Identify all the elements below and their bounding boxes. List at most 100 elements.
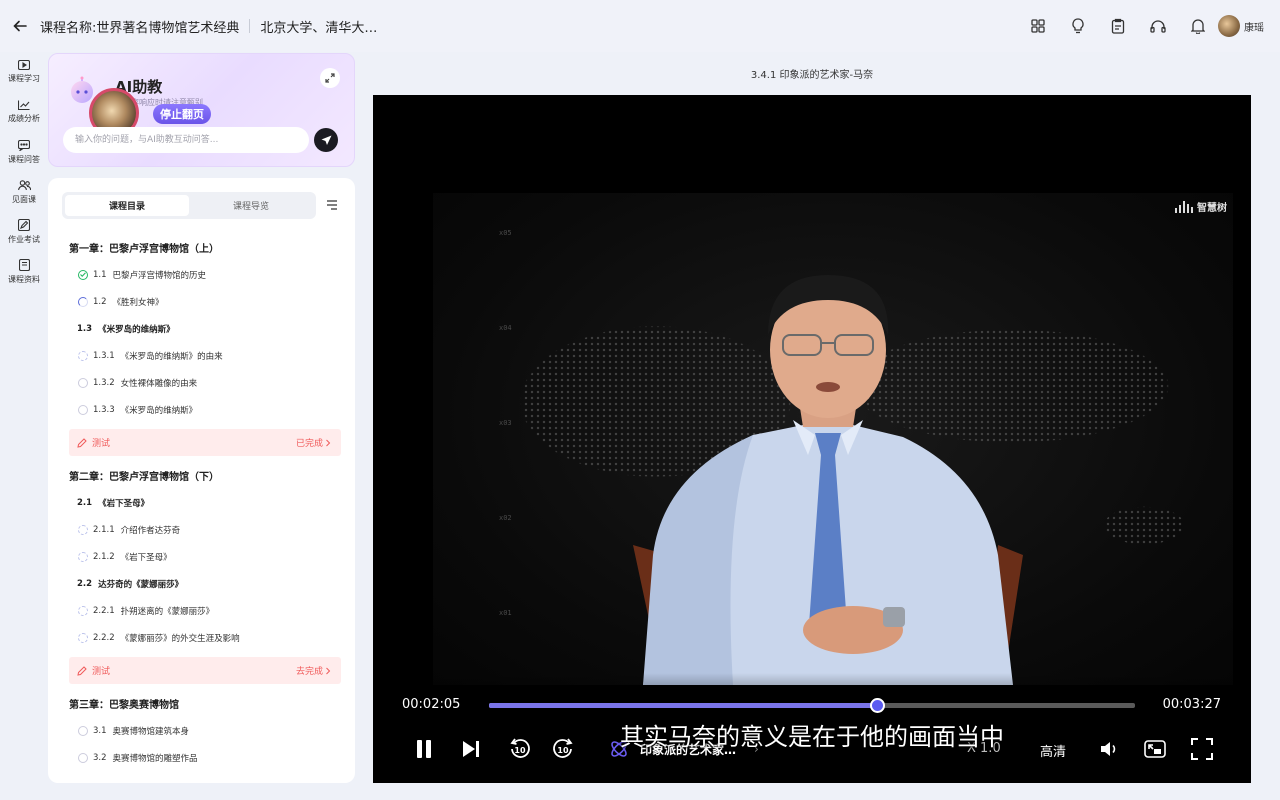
list-item[interactable]: 1.3.2 女性裸体雕像的由来 <box>48 369 355 396</box>
user-name: 康瑶 <box>1244 22 1264 34</box>
not-started-icon <box>78 605 88 616</box>
tab-course-catalog[interactable]: 课程目录 <box>65 195 189 216</box>
course-catalog-panel: 课程目录 课程导览 第一章：巴黎卢浮宫博物馆（上） 1.1 巴黎卢浮宫博物馆的历… <box>48 178 355 783</box>
title-divider <box>249 19 251 33</box>
edit-icon <box>18 219 30 231</box>
quiz-status-text: 去完成 <box>295 667 323 677</box>
item-label: 《蒙娜丽莎》的外交生涯及影响 <box>120 633 240 644</box>
course-school: 北京大学、清华大… <box>260 20 378 36</box>
expand-icon <box>325 73 335 83</box>
back-button[interactable] <box>0 0 40 52</box>
axis-tick-label: x05 <box>499 229 512 237</box>
nav-course-study[interactable]: 课程学习 <box>0 52 48 92</box>
list-item[interactable]: 3.1 奥赛博物馆建筑本身 <box>48 717 355 744</box>
item-label: 女性裸体雕像的由来 <box>120 378 198 389</box>
ai-question-input[interactable] <box>63 127 309 153</box>
list-item[interactable]: 1.1 巴黎卢浮宫博物馆的历史 <box>48 261 355 288</box>
list-item[interactable]: 2.2.1 扑朔迷离的《蒙娜丽莎》 <box>48 597 355 624</box>
quiz-status: 去完成 <box>296 664 333 677</box>
logo-bars-icon <box>1175 200 1193 213</box>
quiz-label: 测试 <box>92 667 111 677</box>
not-started-icon <box>78 632 88 643</box>
section-title: 2.1 《岩下圣母》 <box>48 489 355 516</box>
item-number: 2.1.2 <box>93 551 115 562</box>
item-number: 1.3.1 <box>93 350 115 361</box>
nav-course-qa[interactable]: 课程问答 <box>0 132 48 172</box>
pencil-icon <box>77 665 87 676</box>
section-title: 2.2 达芬奇的《蒙娜丽莎》 <box>48 570 355 597</box>
send-button[interactable] <box>314 128 338 152</box>
nav-grade-analysis[interactable]: 成绩分析 <box>0 92 48 132</box>
nav-label: 成绩分析 <box>8 114 40 123</box>
grid-button[interactable] <box>1018 6 1058 46</box>
section-label: 《米罗岛的维纳斯》 <box>98 324 175 335</box>
bell-icon <box>1191 19 1205 34</box>
catalog-list: 第一章：巴黎卢浮宫博物馆（上） 1.1 巴黎卢浮宫博物馆的历史 1.2 《胜利女… <box>48 234 355 771</box>
chapter-quiz[interactable]: 测试 去完成 <box>69 657 341 684</box>
not-started-icon <box>78 752 88 763</box>
item-number: 3.1 <box>93 725 107 736</box>
play-box-icon <box>18 60 30 70</box>
tips-button[interactable] <box>1058 6 1098 46</box>
list-item[interactable]: 2.2.2 《蒙娜丽莎》的外交生涯及影响 <box>48 624 355 651</box>
not-started-icon <box>78 404 88 415</box>
nav-meeting[interactable]: 见面课 <box>0 172 48 212</box>
axis-tick-label: x02 <box>499 514 512 522</box>
item-label: 巴黎卢浮宫博物馆的历史 <box>112 270 207 281</box>
grid-icon <box>1031 19 1045 33</box>
item-label: 扑朔迷离的《蒙娜丽莎》 <box>120 606 215 617</box>
item-number: 2.2.2 <box>93 632 115 643</box>
progress-bar[interactable] <box>489 698 1135 713</box>
section-number: 2.1 <box>77 497 93 508</box>
video-player[interactable]: x05 x04 x03 x02 x01 智慧树 其实马奈的意义是在于他的画面当中… <box>373 95 1251 783</box>
watermark-text: 智慧树 <box>1197 203 1227 214</box>
nav-homework-exam[interactable]: 作业考试 <box>0 212 48 252</box>
progress-handle[interactable] <box>869 698 885 713</box>
book-icon <box>18 259 30 271</box>
item-label: 奥赛博物馆建筑本身 <box>112 726 190 737</box>
chat-icon <box>18 139 30 151</box>
section-number: 2.2 <box>77 578 93 589</box>
presenter-figure <box>633 275 1023 685</box>
watermark-logo: 智慧树 <box>1175 199 1227 214</box>
axis-tick-label: x03 <box>499 419 512 427</box>
axis-tick-label: x04 <box>499 324 512 332</box>
tab-course-guide[interactable]: 课程导览 <box>189 195 313 216</box>
notifications-button[interactable] <box>1178 6 1218 46</box>
people-icon <box>17 179 31 190</box>
not-started-icon <box>78 524 88 535</box>
notes-button[interactable] <box>1098 6 1138 46</box>
item-number: 3.2 <box>93 752 107 763</box>
video-subtitle: 其实马奈的意义是在于他的画面当中 <box>620 723 1004 751</box>
not-started-icon <box>78 350 88 361</box>
clipboard-icon <box>1111 18 1125 34</box>
chevron-right-icon <box>326 667 331 674</box>
completed-icon <box>78 269 88 280</box>
list-menu-icon <box>327 200 337 210</box>
list-item[interactable]: 2.1.1 介绍作者达芬奇 <box>48 516 355 543</box>
chart-icon <box>18 100 30 110</box>
quiz-status-text: 已完成 <box>295 439 323 449</box>
axis-tick-label: x01 <box>499 609 512 617</box>
item-label: 《米罗岛的维纳斯》 <box>120 405 198 416</box>
item-number: 2.1.1 <box>93 524 115 535</box>
catalog-menu-button[interactable] <box>323 196 341 214</box>
nav-label: 课程学习 <box>8 74 40 83</box>
list-item[interactable]: 1.3.3 《米罗岛的维纳斯》 <box>48 396 355 423</box>
list-item[interactable]: 2.1.2 《岩下圣母》 <box>48 543 355 570</box>
nav-course-materials[interactable]: 课程资料 <box>0 252 48 292</box>
not-started-icon <box>78 725 88 736</box>
chapter-quiz[interactable]: 测试 已完成 <box>69 429 341 456</box>
list-item[interactable]: 1.2 《胜利女神》 <box>48 288 355 315</box>
lesson-title: 3.4.1 印象派的艺术家-马奈 <box>750 70 874 81</box>
expand-button[interactable] <box>320 68 340 88</box>
user-menu[interactable]: 康瑶 <box>1218 15 1264 37</box>
chapter-title: 第三章：巴黎奥赛博物馆 <box>69 700 179 711</box>
quiz-status: 已完成 <box>296 436 333 449</box>
item-number: 1.3.2 <box>93 377 115 388</box>
support-button[interactable] <box>1138 6 1178 46</box>
list-item[interactable]: 3.2 奥赛博物馆的雕塑作品 <box>48 744 355 771</box>
arrow-left-icon <box>13 20 27 32</box>
list-item[interactable]: 1.3.1 《米罗岛的维纳斯》的由来 <box>48 342 355 369</box>
stop-page-turn-button[interactable]: 停止翻页 <box>153 104 211 124</box>
